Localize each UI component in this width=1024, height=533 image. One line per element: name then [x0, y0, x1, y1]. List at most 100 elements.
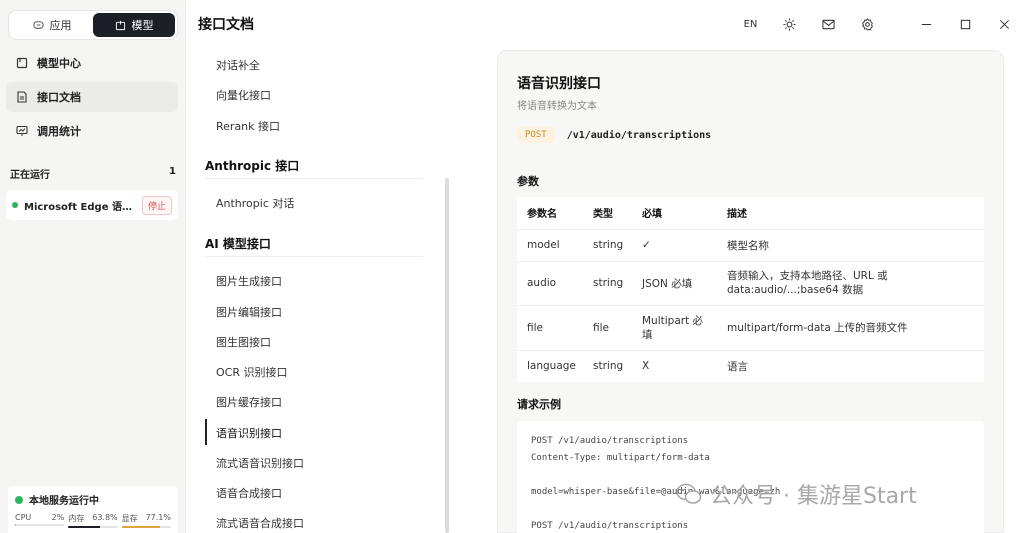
nav-api-docs[interactable]: 接口文档 — [6, 82, 178, 112]
stat-cpu-value: 2% — [51, 513, 65, 522]
table-header-row: 参数名 类型 必填 描述 — [517, 197, 984, 229]
minimize-button[interactable] — [907, 4, 946, 44]
gear-icon — [862, 17, 873, 31]
api-item-image-edit[interactable]: 图片编辑接口 — [216, 304, 282, 320]
api-item-embeddings[interactable]: 向量化接口 — [216, 87, 271, 103]
stat-vram-label: 显存 — [121, 514, 138, 523]
api-item-streaming-speech-synthesis[interactable]: 流式语音合成接口 — [216, 515, 304, 531]
maximize-button[interactable] — [946, 4, 985, 44]
stat-memory-value: 63.8% — [92, 513, 118, 522]
language-toggle[interactable]: EN — [731, 4, 770, 44]
api-list: 对话补全 向量化接口 Rerank 接口 Anthropic 接口 Anthro… — [186, 48, 454, 533]
nav-model-center[interactable]: 模型中心 — [6, 48, 178, 78]
table-cell: 音频输入，支持本地路径、URL 或 data:audio/...;base64 … — [717, 260, 984, 305]
endpoint-path: /v1/audio/transcriptions — [566, 129, 712, 141]
table-cell: multipart/form-data 上传的音频文件 — [717, 304, 984, 350]
mode-models-button[interactable]: 模型 — [93, 13, 175, 37]
nav-api-docs-label: 接口文档 — [37, 91, 81, 104]
document-icon — [17, 91, 27, 103]
column-header: 描述 — [727, 209, 747, 221]
minimize-icon — [921, 23, 932, 25]
divider — [205, 256, 423, 257]
header: 接口文档 EN — [186, 0, 1024, 48]
mode-models-label: 模型 — [131, 19, 154, 32]
mail-icon — [822, 19, 835, 29]
api-item-image-generation[interactable]: 图片生成接口 — [216, 273, 282, 289]
column-header: 参数名 — [527, 209, 557, 221]
settings-button[interactable] — [848, 4, 887, 44]
watermark: 公众号 · 集游星Start — [676, 478, 917, 510]
table-cell: string — [583, 349, 632, 382]
api-item-rerank[interactable]: Rerank 接口 — [216, 118, 280, 134]
stat-vram: 显存 77.1% — [121, 513, 171, 528]
stat-vram-bar — [121, 526, 171, 528]
stat-memory: 内存 63.8% — [68, 513, 118, 528]
sidebar: 应用 模型 模型中心 接口文档 调用统计 正在运行 1 Microsoft Ed… — [0, 0, 186, 533]
wechat-icon — [676, 483, 702, 504]
table-row: audio string JSON 必填 音频输入，支持本地路径、URL 或 d… — [517, 260, 984, 305]
table-row: language string X 语言 — [517, 349, 984, 382]
column-header: 类型 — [593, 209, 613, 221]
api-item-ocr[interactable]: OCR 识别接口 — [216, 364, 287, 380]
resource-stats: CPU 2% 内存 63.8% 显存 77.1% — [15, 513, 171, 528]
params-heading: 参数 — [517, 175, 539, 188]
running-item-name: Microsoft Edge 语音... — [24, 201, 136, 213]
mode-switch: 应用 模型 — [8, 10, 178, 40]
table-cell: audio — [517, 260, 583, 305]
nav-call-stats[interactable]: 调用统计 — [6, 116, 178, 146]
api-item-chat-completion[interactable]: 对话补全 — [216, 57, 260, 73]
mode-apps-button[interactable]: 应用 — [11, 13, 93, 37]
chart-icon — [16, 125, 28, 136]
api-item-image-cache[interactable]: 图片缓存接口 — [216, 394, 282, 410]
running-item[interactable]: Microsoft Edge 语音... 停止 — [6, 190, 178, 220]
stat-memory-bar — [68, 526, 118, 528]
running-count: 1 — [169, 166, 176, 177]
stat-vram-value: 77.1% — [145, 513, 171, 522]
nav-call-stats-label: 调用统计 — [37, 125, 81, 138]
code-example: POST /v1/audio/transcriptions Content-Ty… — [517, 421, 984, 533]
example-heading: 请求示例 — [517, 398, 561, 411]
table-cell: X — [632, 349, 717, 382]
status-dot-icon — [12, 202, 18, 208]
sun-icon — [783, 17, 796, 31]
method-badge: POST — [517, 127, 555, 143]
params-table: 参数名 类型 必填 描述 model string ✓ 模型名称 audio s… — [517, 197, 984, 382]
api-group-anthropic: Anthropic 接口 — [205, 159, 300, 173]
service-title: 本地服务运行中 — [29, 496, 99, 507]
theme-toggle[interactable] — [770, 4, 809, 44]
status-dot-icon — [15, 495, 23, 504]
chat-icon — [32, 20, 44, 29]
running-label: 正在运行 — [10, 170, 50, 181]
table-cell: file — [517, 304, 583, 350]
stop-button[interactable]: 停止 — [141, 195, 172, 215]
api-item-speech-recognition[interactable]: 语音识别接口 — [216, 425, 282, 441]
code-line: POST /v1/audio/transcriptions — [531, 436, 689, 446]
doc-panel: 语音识别接口 将语音转换为文本 POST /v1/audio/transcrip… — [497, 50, 1004, 533]
service-status-card: 本地服务运行中 CPU 2% 内存 63.8% 显存 77.1% — [8, 486, 178, 533]
mail-button[interactable] — [809, 4, 848, 44]
doc-subtitle: 将语音转换为文本 — [517, 101, 597, 112]
nav-model-center-label: 模型中心 — [37, 57, 81, 70]
api-item-streaming-speech-recognition[interactable]: 流式语音识别接口 — [216, 455, 304, 471]
active-indicator — [205, 419, 207, 445]
api-item-speech-synthesis[interactable]: 语音合成接口 — [216, 485, 282, 501]
table-cell: string — [583, 228, 632, 261]
api-item-image-to-image[interactable]: 图生图接口 — [216, 334, 271, 350]
column-header: 必填 — [642, 209, 662, 221]
table-cell: Multipart 必填 — [632, 304, 717, 350]
table-cell: file — [583, 304, 632, 350]
stat-cpu: CPU 2% — [15, 513, 65, 528]
table-cell: language — [517, 349, 583, 382]
scrollbar[interactable] — [445, 178, 449, 533]
close-button[interactable] — [985, 4, 1024, 44]
table-cell: model — [517, 228, 583, 261]
stat-memory-label: 内存 — [68, 514, 85, 523]
api-item-anthropic-chat[interactable]: Anthropic 对话 — [216, 195, 294, 211]
running-header: 正在运行 1 — [10, 166, 176, 181]
mode-apps-label: 应用 — [49, 19, 72, 32]
page-title: 接口文档 — [198, 17, 254, 33]
divider — [205, 178, 423, 179]
table-cell: JSON 必填 — [632, 260, 717, 305]
table-cell: 语言 — [717, 349, 984, 382]
header-actions: EN — [731, 0, 1024, 48]
